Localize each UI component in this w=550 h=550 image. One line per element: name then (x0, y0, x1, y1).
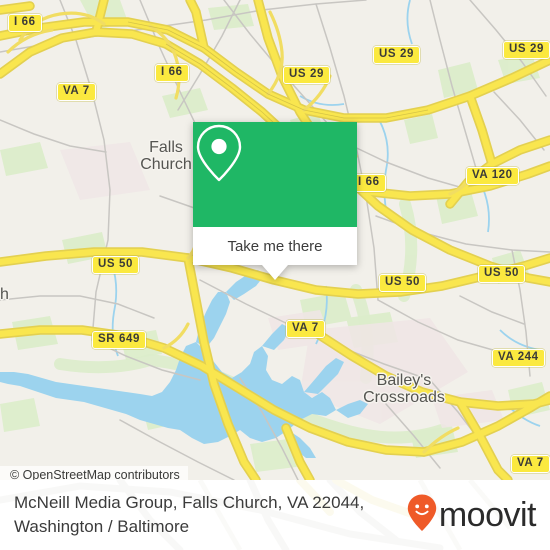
road-shield-va7-a[interactable]: VA 7 (57, 83, 96, 101)
road-shield-us29-c[interactable]: US 29 (503, 41, 550, 59)
road-shield-us29-a[interactable]: US 29 (283, 66, 330, 84)
take-me-there-label: Take me there (227, 237, 323, 255)
moovit-wordmark: moovit (438, 496, 537, 534)
popup-pin-area (193, 122, 357, 227)
map-canvas[interactable]: Falls Church Bailey's Crossroads h I 66 … (0, 0, 550, 480)
road-shield-sr649[interactable]: SR 649 (92, 331, 146, 349)
road-shield-us50-c[interactable]: US 50 (478, 265, 525, 283)
footer-bar: McNeill Media Group, Falls Church, VA 22… (0, 480, 550, 550)
road-shield-va7-c[interactable]: VA 7 (511, 455, 550, 473)
moovit-map-screenshot: Falls Church Bailey's Crossroads h I 66 … (0, 0, 550, 550)
attribution-text: © OpenStreetMap contributors (10, 468, 180, 480)
road-shield-us29-b[interactable]: US 29 (373, 46, 420, 64)
road-shield-va244[interactable]: VA 244 (492, 349, 545, 367)
location-popup-card[interactable]: Take me there (193, 122, 357, 280)
road-shield-i66-b[interactable]: I 66 (155, 64, 189, 82)
road-shield-us50-a[interactable]: US 50 (92, 256, 139, 274)
place-title-line-2: Washington / Baltimore (14, 517, 190, 536)
popup-tail (262, 265, 288, 280)
map-attribution[interactable]: © OpenStreetMap contributors (0, 466, 188, 480)
road-shield-us50-b[interactable]: US 50 (379, 274, 426, 292)
moovit-logo[interactable]: moovit (407, 494, 537, 537)
place-title: McNeill Media Group, Falls Church, VA 22… (14, 491, 364, 539)
road-shield-va7-b[interactable]: VA 7 (286, 320, 325, 338)
road-shield-va120[interactable]: VA 120 (466, 167, 519, 185)
road-shield-i66-a[interactable]: I 66 (8, 14, 42, 32)
moovit-pin-icon (407, 494, 437, 537)
place-title-line-1: McNeill Media Group, Falls Church, VA 22… (14, 493, 365, 512)
road-shield-i66-c[interactable]: I 66 (352, 174, 386, 192)
take-me-there-button[interactable]: Take me there (193, 227, 357, 265)
